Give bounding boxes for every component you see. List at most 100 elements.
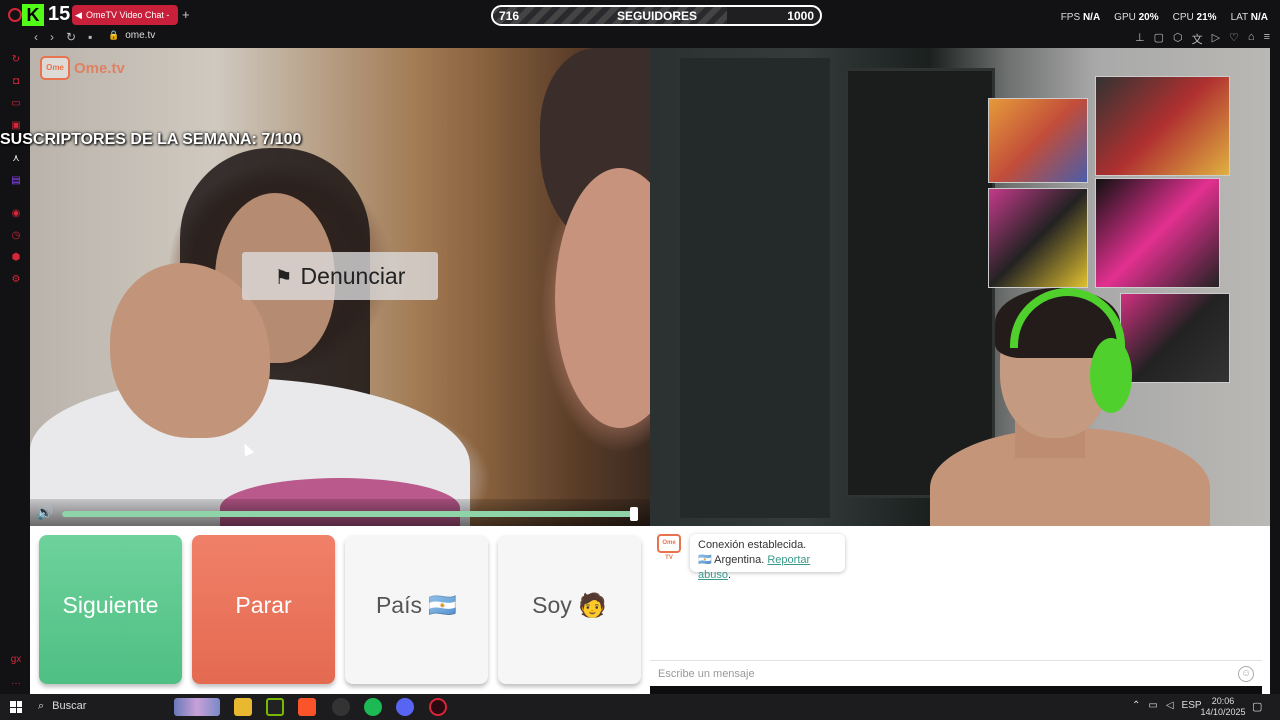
- tab-ometv[interactable]: ◀ OmeTV Video Chat -: [72, 5, 178, 25]
- kick-sidebar-icon[interactable]: ⋏: [10, 153, 22, 165]
- search-label: Buscar: [52, 700, 87, 712]
- gx-icon[interactable]: gx: [10, 654, 22, 666]
- forward-icon[interactable]: ›: [50, 30, 54, 44]
- gpu-stat: GPU 20%: [1114, 12, 1159, 23]
- clock-date: 14/10/2025: [1200, 707, 1246, 717]
- heart-icon[interactable]: ♡: [1229, 31, 1239, 47]
- kick-logo: K: [22, 4, 44, 26]
- country-name: 🇦🇷 Argentina.: [698, 554, 765, 566]
- country-button[interactable]: País 🇦🇷: [345, 535, 488, 684]
- wall-poster: [988, 188, 1088, 288]
- tv-icon[interactable]: ▭: [10, 98, 22, 110]
- reload-icon[interactable]: ↻: [66, 30, 76, 44]
- followers-current: 716: [499, 9, 520, 23]
- report-label: Denunciar: [300, 263, 406, 289]
- clock[interactable]: 20:06 14/10/2025: [1200, 696, 1246, 718]
- stranger-video: Ome Ome.tv ⚑ Denunciar 🔊: [30, 48, 650, 526]
- cube-icon[interactable]: ⬢: [10, 252, 22, 264]
- country-line: 🇦🇷 Argentina. Reportar abuso.: [698, 553, 837, 583]
- play-icon[interactable]: ▷: [1212, 31, 1220, 47]
- notification-icon[interactable]: ▢: [1252, 700, 1262, 713]
- volume-icon[interactable]: 🔊: [36, 504, 53, 521]
- connection-status: Conexión establecida.: [698, 539, 807, 551]
- spotify-icon[interactable]: [364, 698, 382, 716]
- lat-stat: LAT N/A: [1230, 12, 1268, 23]
- record-icon[interactable]: ◉: [10, 208, 22, 220]
- kick-counter: 15: [48, 3, 71, 25]
- menu-icon[interactable]: ≡: [1264, 31, 1270, 47]
- tray-chevron-icon[interactable]: ⌃: [1132, 700, 1140, 711]
- cpu-stat: CPU 21%: [1172, 12, 1217, 23]
- ometv-logo: Ome Ome.tv: [40, 56, 125, 80]
- gender-button[interactable]: Soy 🧑: [498, 535, 641, 684]
- followers-goal: 1000: [787, 9, 814, 23]
- network-icon[interactable]: ▭: [1148, 700, 1157, 711]
- stop-button[interactable]: Parar: [192, 535, 335, 684]
- right-strip: [1270, 48, 1280, 694]
- pin-icon[interactable]: ⊥: [1135, 31, 1145, 47]
- translate-icon[interactable]: 文: [1192, 31, 1203, 47]
- taskbar-search[interactable]: ⌕ Buscar: [38, 700, 86, 713]
- lock-icon: 🔒: [108, 30, 120, 40]
- wall-poster: [1120, 293, 1230, 383]
- wall-poster: [1095, 76, 1230, 176]
- message-input[interactable]: Escribe un mensaje ☺: [650, 660, 1262, 686]
- speaker-icon: ◀: [75, 10, 82, 20]
- system-tray: ⌃ ▭ ◁ ESP: [1132, 700, 1202, 711]
- next-button[interactable]: Siguiente: [39, 535, 182, 684]
- video-door: [845, 68, 995, 498]
- followers-goal-bar: 716 SEGUIDORES 1000: [491, 5, 822, 26]
- subs-overlay: SUSCRIPTORES DE LA SEMANA: 7/100: [0, 131, 302, 148]
- shield-icon[interactable]: ⬡: [1173, 31, 1183, 47]
- headset-earcup: [1090, 338, 1132, 413]
- flag-icon: ⚑: [274, 267, 293, 289]
- followers-label: SEGUIDORES: [617, 9, 698, 23]
- volume-bar: 🔊: [30, 499, 650, 526]
- camera-icon[interactable]: ▪: [88, 30, 92, 44]
- discord-icon[interactable]: [396, 698, 414, 716]
- tab-title: OmeTV Video Chat -: [86, 10, 170, 20]
- ometv-logo-box: Ome: [40, 56, 70, 80]
- emoji-icon[interactable]: ☺: [1238, 666, 1254, 682]
- more-icon[interactable]: …: [10, 676, 22, 688]
- new-tab-button[interactable]: +: [182, 7, 190, 22]
- system-message: Conexión establecida. 🇦🇷 Argentina. Repo…: [690, 534, 845, 581]
- nvidia-icon[interactable]: [266, 698, 284, 716]
- back-icon[interactable]: ‹: [34, 30, 38, 44]
- opera-logo-icon[interactable]: [8, 8, 22, 22]
- volume-handle[interactable]: [630, 507, 638, 521]
- volume-tray-icon[interactable]: ◁: [1166, 700, 1174, 711]
- chat-ometv-logo: Ome TV: [657, 534, 681, 561]
- self-video: [650, 48, 1270, 526]
- opera-gx-icon[interactable]: [429, 698, 447, 716]
- bag-icon[interactable]: ◘: [10, 76, 22, 88]
- wallet-icon[interactable]: ⌂: [1248, 31, 1255, 47]
- history-icon[interactable]: ◷: [10, 230, 22, 242]
- video-cabinet: [680, 58, 830, 518]
- wall-poster: [1095, 178, 1220, 288]
- windows-start-icon[interactable]: [10, 701, 22, 713]
- clock-time: 20:06: [1211, 696, 1235, 706]
- url-text: ome.tv: [125, 30, 156, 41]
- widgets-icon[interactable]: [174, 698, 220, 716]
- chat-scroll-strip: [1262, 526, 1270, 694]
- message-placeholder: Escribe un mensaje: [658, 668, 755, 680]
- browser-top-bar: K 15 ◀ OmeTV Video Chat - + ‹ › ↻ ▪ 🔒 ome…: [0, 0, 1280, 48]
- refresh-icon[interactable]: ↻: [10, 54, 22, 66]
- address-bar[interactable]: 🔒 ome.tv: [108, 30, 155, 41]
- brave-icon[interactable]: [298, 698, 316, 716]
- file-explorer-icon[interactable]: [234, 698, 252, 716]
- settings-icon[interactable]: ⚙: [10, 274, 22, 286]
- twitch-icon[interactable]: ▤: [10, 175, 22, 187]
- obs-icon[interactable]: [332, 698, 350, 716]
- browser-tools: ⊥ ▢ ⬡ 文 ▷ ♡ ⌂ ≡: [1135, 31, 1270, 47]
- volume-slider[interactable]: [62, 507, 638, 521]
- search-icon: ⌕: [38, 700, 45, 712]
- language-indicator[interactable]: ESP: [1182, 700, 1202, 711]
- chat-panel: Ome TV Conexión establecida. 🇦🇷 Argentin…: [650, 526, 1262, 686]
- report-button[interactable]: ⚑ Denunciar: [242, 252, 438, 300]
- snapshot-icon[interactable]: ▢: [1154, 31, 1164, 47]
- taskbar: ⌕ Buscar ⌃ ▭ ◁ ESP 20:06 14/10/2025 ▢: [0, 694, 1280, 720]
- controls-panel: Siguiente Parar País 🇦🇷 Soy 🧑: [30, 526, 650, 694]
- wall-poster: [988, 98, 1088, 183]
